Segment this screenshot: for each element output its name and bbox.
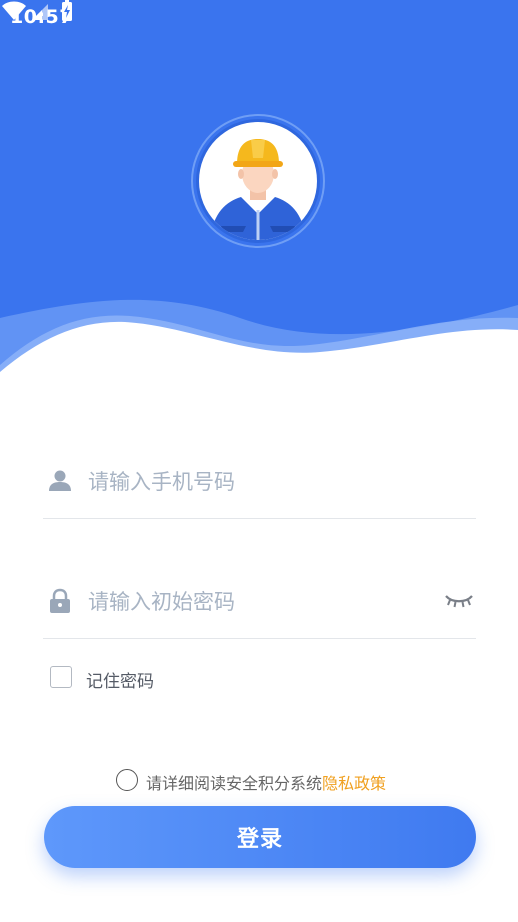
remember-checkbox[interactable] [50, 666, 72, 688]
password-input[interactable] [88, 582, 428, 622]
phone-input[interactable] [88, 462, 428, 502]
avatar [191, 114, 325, 248]
policy-prefix: 请详细阅读安全积分系统 [146, 774, 323, 793]
phone-field [43, 458, 476, 519]
privacy-agreement: 请详细阅读安全积分系统隐私政策 [116, 768, 476, 794]
status-bar: 10:57 [0, 0, 518, 36]
wifi-icon [2, 1, 26, 20]
battery-charging-icon [62, 0, 72, 21]
policy-text: 请详细阅读安全积分系统隐私政策 [146, 770, 386, 794]
user-icon [49, 470, 71, 491]
lock-icon [50, 588, 70, 613]
login-button[interactable]: 登录 [44, 806, 476, 868]
privacy-policy-link[interactable]: 隐私政策 [322, 774, 386, 793]
remember-label: 记住密码 [86, 672, 154, 692]
eye-closed-icon[interactable] [444, 590, 474, 610]
agree-radio[interactable] [116, 769, 138, 791]
status-icons [2, 0, 72, 21]
cellular-signal-icon [32, 4, 48, 20]
password-field [43, 578, 476, 639]
worker-helmet-avatar-icon [191, 114, 325, 248]
remember-password[interactable]: 记住密码 [50, 666, 250, 692]
header-banner: 10:57 [0, 0, 518, 380]
